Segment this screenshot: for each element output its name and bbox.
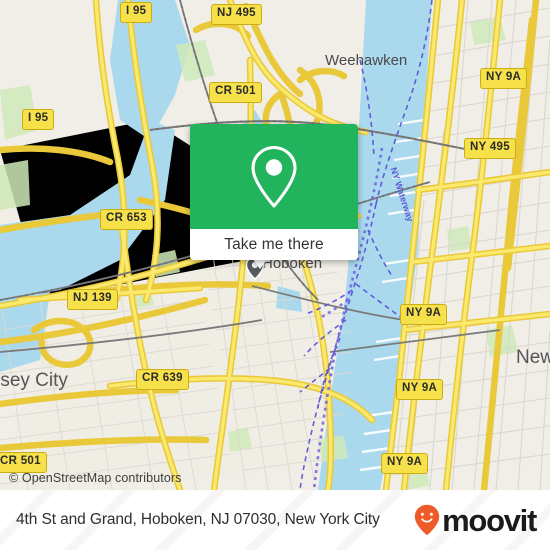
map-pin-icon xyxy=(251,145,297,208)
road-shield: CR 501 xyxy=(0,452,47,473)
moovit-map-screen: I 95 NJ 495 CR 501 I 95 NY 9A NY 495 CR 653 NJ … xyxy=(0,0,550,550)
road-shield: NY 495 xyxy=(464,138,516,159)
place-label: rsey City xyxy=(0,370,68,391)
moovit-logo[interactable]: moovit xyxy=(414,502,537,538)
osm-attribution[interactable]: © OpenStreetMap contributors xyxy=(9,471,182,485)
road-shield: CR 653 xyxy=(100,209,153,230)
road-shield: I 95 xyxy=(120,2,153,23)
road-shield: I 95 xyxy=(22,109,55,130)
road-shield: NY 9A xyxy=(381,453,429,474)
moovit-wordmark: moovit xyxy=(442,502,537,538)
take-me-there-label: Take me there xyxy=(224,235,324,253)
place-label: New xyxy=(516,347,550,368)
road-shield: NY 9A xyxy=(480,68,528,89)
road-shield: NJ 495 xyxy=(211,4,262,25)
road-shield: CR 639 xyxy=(136,369,189,390)
road-shield: NJ 139 xyxy=(67,289,118,310)
road-shield: NY 9A xyxy=(396,379,444,400)
moovit-pin-smiley-icon xyxy=(414,504,440,536)
place-label: Weehawken xyxy=(325,52,408,69)
take-me-there-button[interactable]: Take me there xyxy=(190,229,358,260)
bottom-info-bar: 4th St and Grand, Hoboken, NJ 07030, New… xyxy=(0,490,550,550)
popup-image-area xyxy=(190,124,358,229)
address-label: 4th St and Grand, Hoboken, NJ 07030, New… xyxy=(16,511,380,528)
road-shield: CR 501 xyxy=(209,82,262,103)
road-shield: NY 9A xyxy=(400,304,448,325)
destination-popup-card[interactable]: Take me there xyxy=(190,124,358,260)
